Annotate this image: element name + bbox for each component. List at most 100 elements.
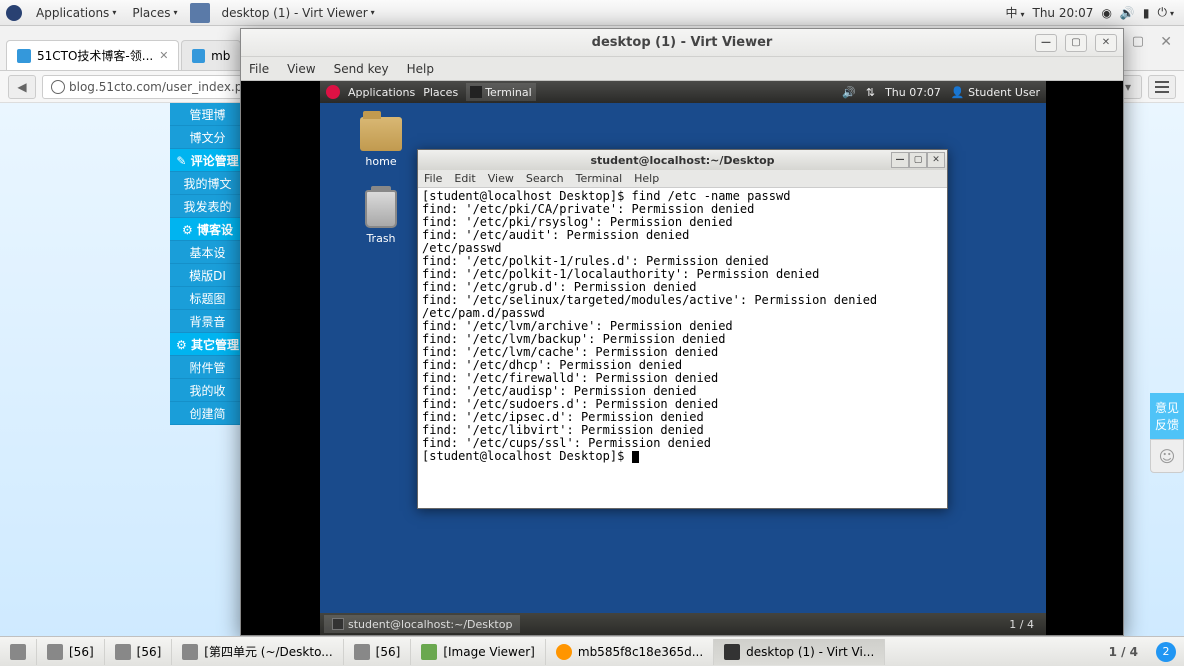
taskbar-item[interactable]: [56] [105,639,173,665]
guest-desktop[interactable]: Applications Places Terminal 🔊 ⇅ Thu 07:… [320,81,1046,635]
task-label: student@localhost:~/Desktop [348,618,512,631]
feedback-label[interactable]: 意见 反馈 [1150,393,1184,439]
term-menu-edit[interactable]: Edit [454,172,475,185]
guest-top-panel: Applications Places Terminal 🔊 ⇅ Thu 07:… [320,81,1046,103]
guest-volume-icon[interactable]: 🔊 [842,86,856,99]
term-menu-view[interactable]: View [488,172,514,185]
host-top-panel: Applications Places desktop (1) - Virt V… [0,0,1184,26]
folder-icon [360,117,402,151]
clock[interactable]: Thu 20:07 [1033,6,1094,20]
places-menu[interactable]: Places [124,6,185,20]
sidebar-item[interactable]: 附件管 [170,356,245,379]
term-menu-file[interactable]: File [424,172,442,185]
guest-task-item[interactable]: student@localhost:~/Desktop [324,615,520,633]
guest-clock[interactable]: Thu 07:07 [885,86,941,99]
battery-icon[interactable]: ▮ [1143,6,1150,20]
notification-badge[interactable]: 2 [1156,642,1176,662]
sidebar-item[interactable]: ✎ 评论管理 [170,149,245,172]
browser-tab-1[interactable]: 51CTO技术博客-领... ✕ [6,40,179,70]
taskbar-item[interactable] [0,639,37,665]
term-menu-terminal[interactable]: Terminal [576,172,623,185]
task-label: [56] [137,645,162,659]
window-title-menu[interactable]: desktop (1) - Virt Viewer [214,6,383,20]
host-workspace-pager[interactable]: 1 / 4 [1099,645,1148,659]
term-minimize-button[interactable]: — [891,152,909,168]
tab-title: mb [211,49,230,63]
taskbar-item[interactable]: [56] [344,639,412,665]
favicon-icon [192,49,205,63]
sidebar-item[interactable]: ⚙ 其它管理 [170,333,245,356]
app-icon [47,644,63,660]
terminal-titlebar[interactable]: student@localhost:~/Desktop — ▢ ✕ [418,150,947,170]
taskbar-item[interactable]: [Image Viewer] [411,639,546,665]
virt-menu-help[interactable]: Help [407,62,434,76]
sidebar-item[interactable]: 基本设 [170,241,245,264]
sidebar-item[interactable]: 创建简 [170,402,245,425]
new-window-icon[interactable]: ▢ [1132,34,1144,49]
desktop-icons: home Trash [360,117,402,245]
guest-user-menu[interactable]: 👤 Student User [951,86,1040,99]
sidebar-item[interactable]: ⚙ 博客设 [170,218,245,241]
maximize-button[interactable]: ▢ [1065,34,1087,52]
app-icon [556,644,572,660]
trash-can-icon [365,190,397,228]
sidebar-item[interactable]: 背景音 [170,310,245,333]
home-folder-icon[interactable]: home [360,117,402,168]
app-icon [354,644,370,660]
terminal-icon [332,618,344,630]
wifi-icon[interactable]: ◉ [1101,6,1111,20]
term-maximize-button[interactable]: ▢ [909,152,927,168]
virt-menu-file[interactable]: File [249,62,269,76]
browser-tab-2[interactable]: mb [181,40,241,70]
guest-task-button[interactable]: Terminal [466,83,536,101]
sidebar-item[interactable]: 标题图 [170,287,245,310]
input-method-indicator[interactable]: 中▾ [1005,4,1024,21]
task-label: [Image Viewer] [443,645,535,659]
sidebar-item[interactable]: 我发表的 [170,195,245,218]
term-close-button[interactable]: ✕ [927,152,945,168]
app-icon [115,644,131,660]
applications-menu[interactable]: Applications [28,6,124,20]
tab-close-icon[interactable]: ✕ [159,49,168,62]
virt-viewer-window: desktop (1) - Virt Viewer — ▢ ✕ File Vie… [240,28,1124,636]
guest-network-icon[interactable]: ⇅ [866,86,875,99]
taskbar-item[interactable]: mb585f8c18e365d... [546,639,714,665]
virt-titlebar[interactable]: desktop (1) - Virt Viewer — ▢ ✕ [241,29,1123,57]
menu-button[interactable] [1148,75,1176,99]
fedora-logo-icon [6,5,22,21]
terminal-window: student@localhost:~/Desktop — ▢ ✕ File E… [417,149,948,509]
feedback-avatar-icon[interactable]: ☺ [1150,439,1184,473]
guest-places-menu[interactable]: Places [423,86,458,99]
taskbar-item[interactable]: [第四单元 (~/Deskto... [172,639,343,665]
sidebar-item[interactable]: 我的收 [170,379,245,402]
power-icon[interactable]: ⏻▾ [1157,5,1174,20]
gnome-logo-icon [326,85,340,99]
terminal-output[interactable]: [student@localhost Desktop]$ find /etc -… [418,188,947,508]
guest-apps-menu[interactable]: Applications [348,86,415,99]
sidebar-item[interactable]: 博文分 [170,126,245,149]
close-window-icon[interactable]: ✕ [1160,34,1172,50]
sidebar-item[interactable]: 管理博 [170,103,245,126]
guest-workspace-pager[interactable]: 1 / 4 [1001,618,1042,631]
trash-icon[interactable]: Trash [360,190,402,245]
virt-title-text: desktop (1) - Virt Viewer [592,35,773,50]
taskbar-item[interactable]: [56] [37,639,105,665]
volume-icon[interactable]: 🔊 [1120,6,1135,20]
sidebar-item[interactable]: 我的博文 [170,172,245,195]
blog-sidebar: 管理博博文分✎ 评论管理我的博文我发表的⚙ 博客设基本设模版DI标题图背景音⚙ … [170,103,245,425]
feedback-widget[interactable]: 意见 反馈 ☺ [1150,393,1184,473]
virt-menu-view[interactable]: View [287,62,315,76]
term-menu-search[interactable]: Search [526,172,564,185]
app-icon [724,644,740,660]
taskbar-item[interactable]: desktop (1) - Virt Vi... [714,639,885,665]
minimize-button[interactable]: — [1035,34,1057,52]
virt-display[interactable]: Applications Places Terminal 🔊 ⇅ Thu 07:… [241,81,1123,635]
term-menu-help[interactable]: Help [634,172,659,185]
close-button[interactable]: ✕ [1095,34,1117,52]
sidebar-item[interactable]: 模版DI [170,264,245,287]
task-label: [56] [376,645,401,659]
back-button[interactable]: ◀ [8,75,36,99]
task-icon[interactable] [190,3,210,23]
guest-bottom-panel: student@localhost:~/Desktop 1 / 4 [320,613,1046,635]
virt-menu-sendkey[interactable]: Send key [334,62,389,76]
